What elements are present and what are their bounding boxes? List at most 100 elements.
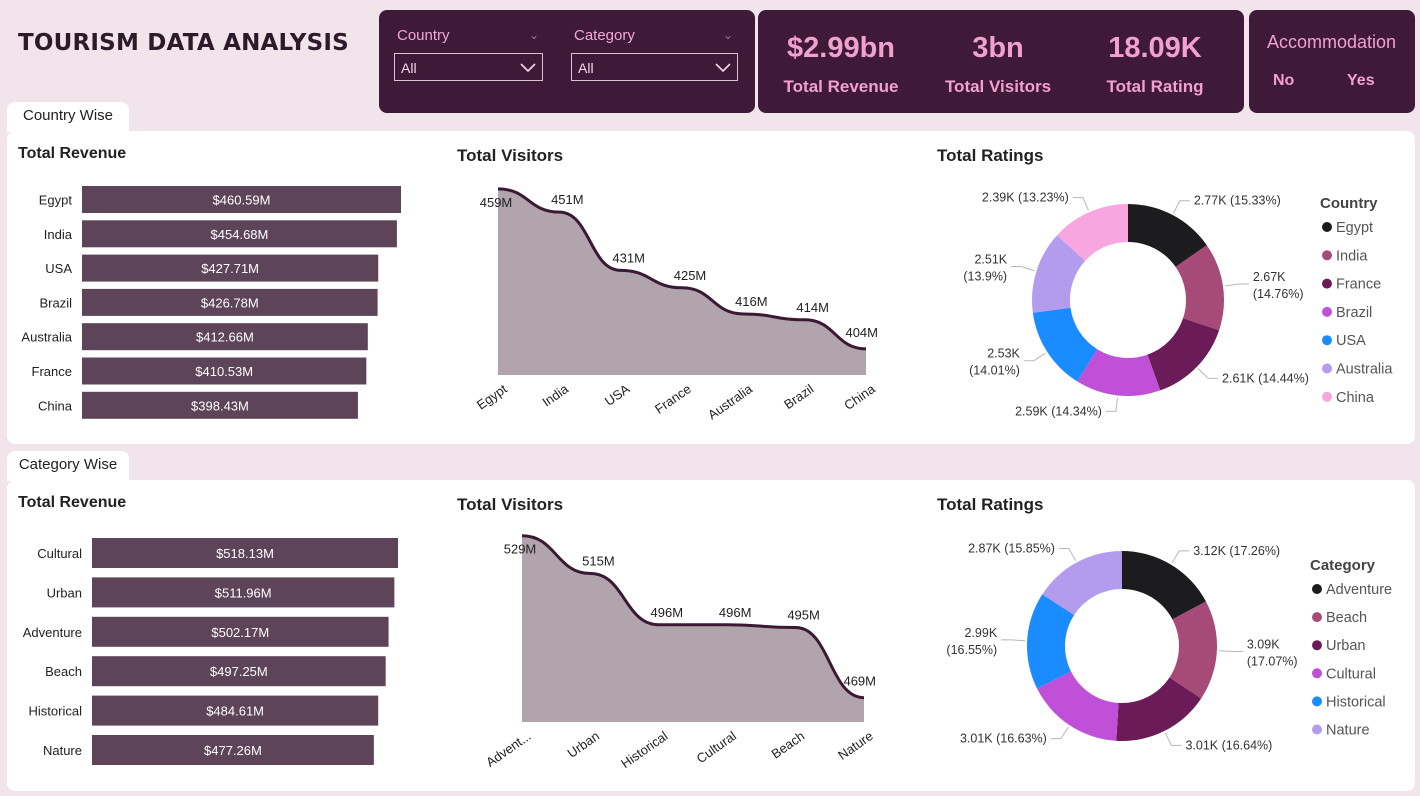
legend-item[interactable]: Urban — [1326, 638, 1366, 654]
donut-data-label: 2.39K (13.23%) — [982, 191, 1069, 205]
area-data-label: 529M — [504, 542, 537, 557]
leader-line — [1105, 397, 1118, 412]
category-filter-value: All — [578, 60, 594, 76]
donut-data-label: 2.77K (15.33%) — [1194, 194, 1281, 208]
bar-value-label: $497.25M — [210, 664, 268, 679]
donut-slice[interactable] — [1147, 318, 1220, 391]
area-data-label: 425M — [674, 268, 707, 283]
leader-line — [1023, 352, 1046, 362]
legend-marker — [1322, 278, 1332, 289]
legend-item[interactable]: Historical — [1326, 694, 1386, 710]
chevron-down-icon — [715, 63, 731, 73]
area-data-label: 414M — [796, 300, 829, 315]
bar-value-label: $518.13M — [216, 546, 274, 561]
leader-line — [1171, 550, 1190, 564]
legend-marker — [1312, 668, 1322, 679]
category-revenue-title: Total Revenue — [18, 494, 127, 511]
legend-item[interactable]: China — [1336, 390, 1375, 406]
x-tick-label: China — [841, 381, 878, 413]
donut-data-label: 2.61K (14.44%) — [1222, 371, 1309, 385]
legend-item[interactable]: India — [1336, 248, 1368, 264]
x-tick-label: France — [652, 381, 694, 416]
page-title: TOURISM DATA ANALYSIS — [18, 30, 349, 56]
x-tick-label: Australia — [705, 381, 756, 423]
kpi-total-rating-label: Total Rating — [1106, 77, 1204, 96]
bar-category-label: France — [32, 364, 72, 379]
category-ratings-chart: 3.12K (17.26%) 3.09K (17.07%) 3.01K (16.64%… — [946, 542, 1392, 753]
leader-line — [1224, 283, 1249, 287]
x-tick-label: Cultural — [694, 728, 739, 766]
bar-category-label: Brazil — [39, 295, 72, 310]
bar-value-label: $460.59M — [213, 193, 271, 208]
legend-item[interactable]: France — [1336, 277, 1381, 293]
donut-data-label: 3.01K (16.64%) — [1185, 738, 1272, 752]
leader-line — [1197, 368, 1219, 379]
donut-data-label: 2.67K (14.76%) — [1253, 270, 1304, 301]
legend-item[interactable]: Beach — [1326, 610, 1367, 626]
area-data-label: 496M — [651, 605, 684, 620]
donut-data-label: 3.12K (17.26%) — [1193, 544, 1280, 558]
country-filter-label: Country — [397, 27, 450, 44]
area-data-label: 451M — [551, 192, 584, 207]
bar-value-label: $484.61M — [206, 704, 264, 719]
bar-category-label: Nature — [43, 743, 82, 758]
leader-line — [1072, 197, 1089, 211]
bar-category-label: USA — [45, 261, 72, 276]
legend-item[interactable]: Australia — [1336, 362, 1393, 378]
legend-marker — [1322, 363, 1332, 374]
x-tick-label: India — [539, 381, 571, 410]
country-filter-collapse-icon[interactable]: ⌄ — [529, 28, 539, 42]
area-data-label: 496M — [719, 605, 752, 620]
donut-data-label: 3.01K (16.63%) — [960, 732, 1047, 746]
area-data-label: 416M — [735, 294, 768, 309]
legend-item[interactable]: Nature — [1326, 723, 1370, 739]
legend-item[interactable]: Cultural — [1326, 666, 1376, 682]
tab-country-wise[interactable]: Country Wise — [7, 102, 129, 132]
legend-item[interactable]: Brazil — [1336, 305, 1372, 321]
donut-data-label: 2.59K (14.34%) — [1015, 404, 1102, 418]
category-ratings-title: Total Ratings — [937, 495, 1044, 514]
bar-value-label: $412.66M — [196, 330, 254, 345]
tab-category-wise[interactable]: Category Wise — [7, 451, 129, 481]
leader-line — [1050, 726, 1069, 740]
legend-marker — [1312, 612, 1322, 623]
bar-category-label: Urban — [47, 585, 82, 600]
bar-category-label: China — [38, 398, 73, 413]
filters-card: Country ⌄ All Category ⌄ All — [379, 10, 755, 113]
kpi-total-visitors-label: Total Visitors — [944, 77, 1052, 96]
leader-line — [1164, 732, 1182, 746]
country-visitors-title: Total Visitors — [457, 146, 564, 165]
donut-data-label: 3.09K (17.07%) — [1247, 637, 1298, 668]
legend-marker — [1312, 584, 1322, 594]
leader-line — [1011, 266, 1035, 272]
x-tick-label: Nature — [835, 728, 876, 763]
bar-category-label: Adventure — [23, 625, 82, 640]
bar-value-label: $511.96M — [215, 585, 272, 600]
accommodation-card: Accommodation No Yes — [1249, 10, 1415, 113]
country-filter-dropdown[interactable]: All — [394, 53, 543, 81]
kpi-total-revenue-value: $2.99bn — [787, 32, 895, 64]
bar-category-label: Cultural — [37, 546, 82, 561]
legend-item[interactable]: USA — [1336, 333, 1366, 349]
area-data-label: 431M — [612, 250, 645, 265]
category-visitors-chart: 529M Advent... 515M Urban 496M Historical 496M… — [483, 534, 876, 771]
legend-marker — [1322, 250, 1332, 261]
category-filter-dropdown[interactable]: All — [571, 53, 738, 81]
accommodation-option-no[interactable]: No — [1273, 72, 1294, 90]
legend-item[interactable]: Adventure — [1326, 582, 1392, 598]
bar-value-label: $427.71M — [201, 261, 259, 276]
category-visitors-title: Total Visitors — [457, 495, 564, 514]
legend-item[interactable]: Egypt — [1336, 220, 1373, 236]
kpi-total-revenue-label: Total Revenue — [783, 77, 899, 96]
category-filter-collapse-icon[interactable]: ⌄ — [723, 28, 733, 42]
area-data-label: 469M — [843, 674, 876, 689]
x-tick-label: Egypt — [474, 381, 510, 413]
bar-value-label: $426.78M — [201, 295, 259, 310]
bar-value-label: $398.43M — [191, 398, 249, 413]
bar-category-label: India — [44, 227, 73, 242]
legend-marker — [1312, 724, 1322, 735]
category-filter-label: Category — [574, 27, 635, 44]
accommodation-option-yes[interactable]: Yes — [1347, 72, 1375, 90]
area-data-label: 404M — [845, 325, 878, 340]
x-tick-label: USA — [602, 381, 633, 409]
